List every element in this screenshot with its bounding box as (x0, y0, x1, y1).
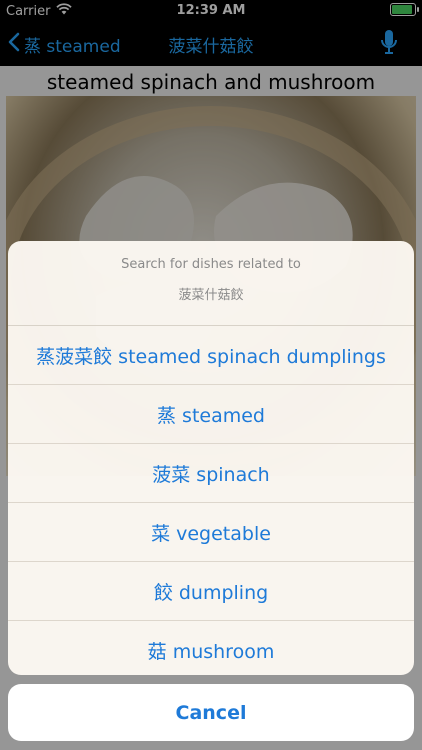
option-dumpling[interactable]: 餃 dumpling (8, 562, 414, 621)
cancel-button[interactable]: Cancel (8, 684, 414, 741)
option-steamed-spinach-dumplings[interactable]: 蒸菠菜餃 steamed spinach dumplings (8, 326, 414, 385)
option-mushroom[interactable]: 菇 mushroom (8, 621, 414, 675)
action-sheet: Search for dishes related to 菠菜什菇餃 蒸菠菜餃 … (8, 241, 414, 675)
option-spinach[interactable]: 菠菜 spinach (8, 444, 414, 503)
action-sheet-header: Search for dishes related to 菠菜什菇餃 (8, 241, 414, 326)
action-sheet-title: Search for dishes related to (121, 257, 301, 272)
option-steamed[interactable]: 蒸 steamed (8, 385, 414, 444)
action-sheet-subtitle: 菠菜什菇餃 (178, 288, 244, 303)
option-vegetable[interactable]: 菜 vegetable (8, 503, 414, 562)
